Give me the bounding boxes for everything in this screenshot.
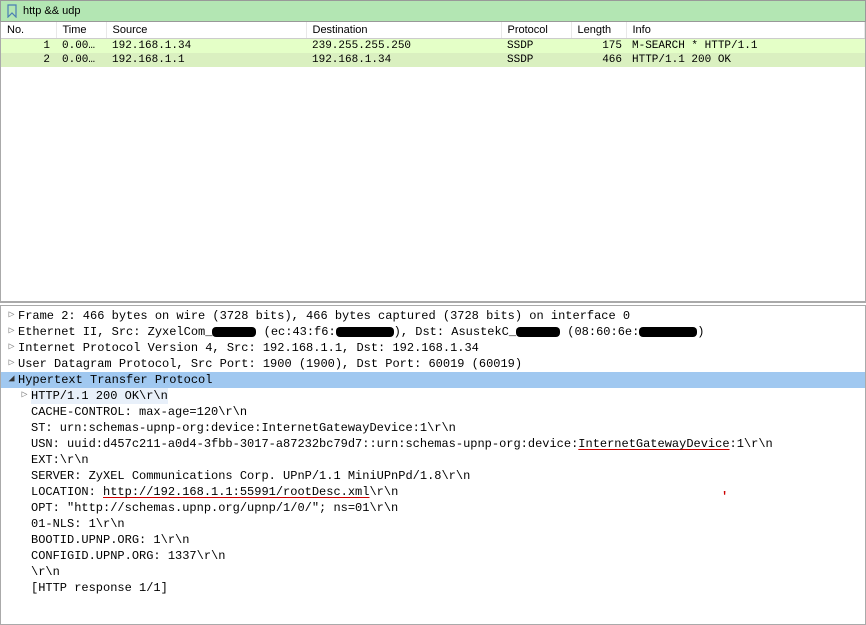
usn-device-type: InternetGatewayDevice	[578, 437, 729, 451]
expand-icon[interactable]: ▷	[5, 356, 18, 372]
col-header-info[interactable]: Info	[626, 22, 865, 39]
tree-item-ethernet[interactable]: ▷ Ethernet II, Src: ZyxelCom_ (ec:43:f6:…	[1, 324, 865, 340]
cell-source: 192.168.1.34	[106, 39, 306, 54]
cell-length: 175	[571, 39, 626, 54]
tree-item-frame[interactable]: ▷ Frame 2: 466 bytes on wire (3728 bits)…	[1, 308, 865, 324]
tree-item-cache-control[interactable]: CACHE-CONTROL: max-age=120\r\n	[1, 404, 865, 420]
tree-label: BOOTID.UPNP.ORG: 1\r\n	[31, 532, 189, 548]
tree-label: [HTTP response 1/1]	[31, 580, 168, 596]
tree-label: CONFIGID.UPNP.ORG: 1337\r\n	[31, 548, 225, 564]
tree-label: User Datagram Protocol, Src Port: 1900 (…	[18, 356, 522, 372]
col-header-length[interactable]: Length	[571, 22, 626, 39]
location-prefix: LOCATION:	[31, 485, 103, 499]
tree-label: EXT:\r\n	[31, 452, 89, 468]
tree-label: \r\n	[31, 564, 60, 580]
redacted	[212, 327, 256, 337]
tree-label: SERVER: ZyXEL Communications Corp. UPnP/…	[31, 468, 470, 484]
collapse-icon[interactable]: ◢	[5, 372, 18, 388]
annotation-mark: '	[721, 490, 728, 504]
tree-item-crlf[interactable]: \r\n	[1, 564, 865, 580]
tree-item-st[interactable]: ST: urn:schemas-upnp-org:device:Internet…	[1, 420, 865, 436]
tree-label: CACHE-CONTROL: max-age=120\r\n	[31, 404, 247, 420]
bookmark-icon[interactable]	[5, 4, 19, 18]
tree-item-http-status[interactable]: ▷ HTTP/1.1 200 OK\r\n	[1, 388, 865, 404]
packet-list-pane[interactable]: No. Time Source Destination Protocol Len…	[0, 22, 866, 302]
cell-no: 1	[1, 39, 56, 54]
usn-suffix: :1\r\n	[730, 437, 773, 451]
expand-icon[interactable]: ▷	[18, 388, 31, 404]
col-header-source[interactable]: Source	[106, 22, 306, 39]
redacted	[336, 327, 394, 337]
eth-src-mac-prefix: (ec:43:f6:	[256, 325, 335, 339]
tree-label: HTTP/1.1 200 OK\r\n	[31, 388, 168, 404]
tree-item-http[interactable]: ◢ Hypertext Transfer Protocol	[1, 372, 865, 388]
display-filter-bar[interactable]	[0, 0, 866, 22]
packet-details-pane[interactable]: ▷ Frame 2: 466 bytes on wire (3728 bits)…	[0, 306, 866, 625]
redacted	[516, 327, 560, 337]
col-header-no[interactable]: No.	[1, 22, 56, 39]
tree-item-configid[interactable]: CONFIGID.UPNP.ORG: 1337\r\n	[1, 548, 865, 564]
cell-info: M-SEARCH * HTTP/1.1	[626, 39, 865, 54]
packet-row[interactable]: 1 0.000… 192.168.1.34 239.255.255.250 SS…	[1, 39, 865, 54]
tree-label: Ethernet II, Src: ZyxelCom_ (ec:43:f6:),…	[18, 324, 705, 340]
location-suffix: \r\n	[369, 485, 398, 499]
cell-source: 192.168.1.1	[106, 53, 306, 67]
location-url: http://192.168.1.1:55991/rootDesc.xml	[103, 485, 369, 499]
expand-icon[interactable]: ▷	[5, 340, 18, 356]
tree-label: 01-NLS: 1\r\n	[31, 516, 125, 532]
col-header-time[interactable]: Time	[56, 22, 106, 39]
cell-no: 2	[1, 53, 56, 67]
eth-src-prefix: Ethernet II, Src: ZyxelCom_	[18, 325, 212, 339]
tree-item-server[interactable]: SERVER: ZyXEL Communications Corp. UPnP/…	[1, 468, 865, 484]
tree-label: OPT: "http://schemas.upnp.org/upnp/1/0/"…	[31, 500, 398, 516]
cell-protocol: SSDP	[501, 39, 571, 54]
cell-protocol: SSDP	[501, 53, 571, 67]
usn-prefix: USN: uuid:d457c211-a0d4-3fbb-3017-a87232…	[31, 437, 578, 451]
column-headers[interactable]: No. Time Source Destination Protocol Len…	[1, 22, 865, 39]
packet-row[interactable]: 2 0.003… 192.168.1.1 192.168.1.34 SSDP 4…	[1, 53, 865, 67]
tree-item-usn[interactable]: USN: uuid:d457c211-a0d4-3fbb-3017-a87232…	[1, 436, 865, 452]
tree-item-ext[interactable]: EXT:\r\n	[1, 452, 865, 468]
tree-label: Hypertext Transfer Protocol	[18, 372, 212, 388]
packet-table: No. Time Source Destination Protocol Len…	[1, 22, 865, 67]
cell-time: 0.000…	[56, 39, 106, 54]
cell-length: 466	[571, 53, 626, 67]
tree-label: ST: urn:schemas-upnp-org:device:Internet…	[31, 420, 456, 436]
cell-info: HTTP/1.1 200 OK	[626, 53, 865, 67]
tree-item-nls[interactable]: 01-NLS: 1\r\n	[1, 516, 865, 532]
tree-item-http-response[interactable]: [HTTP response 1/1]	[1, 580, 865, 596]
cell-destination: 239.255.255.250	[306, 39, 501, 54]
eth-dst-mac-prefix: (08:60:6e:	[560, 325, 639, 339]
eth-dst-prefix: ), Dst: AsustekC_	[394, 325, 516, 339]
tree-item-ip[interactable]: ▷ Internet Protocol Version 4, Src: 192.…	[1, 340, 865, 356]
tree-item-location[interactable]: LOCATION: http://192.168.1.1:55991/rootD…	[1, 484, 865, 500]
eth-end: )	[697, 325, 704, 339]
display-filter-input[interactable]	[23, 5, 861, 17]
tree-label: USN: uuid:d457c211-a0d4-3fbb-3017-a87232…	[31, 436, 773, 452]
tree-label: LOCATION: http://192.168.1.1:55991/rootD…	[31, 484, 398, 500]
tree-item-udp[interactable]: ▷ User Datagram Protocol, Src Port: 1900…	[1, 356, 865, 372]
tree-label: Frame 2: 466 bytes on wire (3728 bits), …	[18, 308, 630, 324]
col-header-destination[interactable]: Destination	[306, 22, 501, 39]
tree-item-bootid[interactable]: BOOTID.UPNP.ORG: 1\r\n	[1, 532, 865, 548]
tree-item-opt[interactable]: OPT: "http://schemas.upnp.org/upnp/1/0/"…	[1, 500, 865, 516]
expand-icon[interactable]: ▷	[5, 324, 18, 340]
col-header-protocol[interactable]: Protocol	[501, 22, 571, 39]
cell-destination: 192.168.1.34	[306, 53, 501, 67]
expand-icon[interactable]: ▷	[5, 308, 18, 324]
tree-label: Internet Protocol Version 4, Src: 192.16…	[18, 340, 479, 356]
redacted	[639, 327, 697, 337]
cell-time: 0.003…	[56, 53, 106, 67]
